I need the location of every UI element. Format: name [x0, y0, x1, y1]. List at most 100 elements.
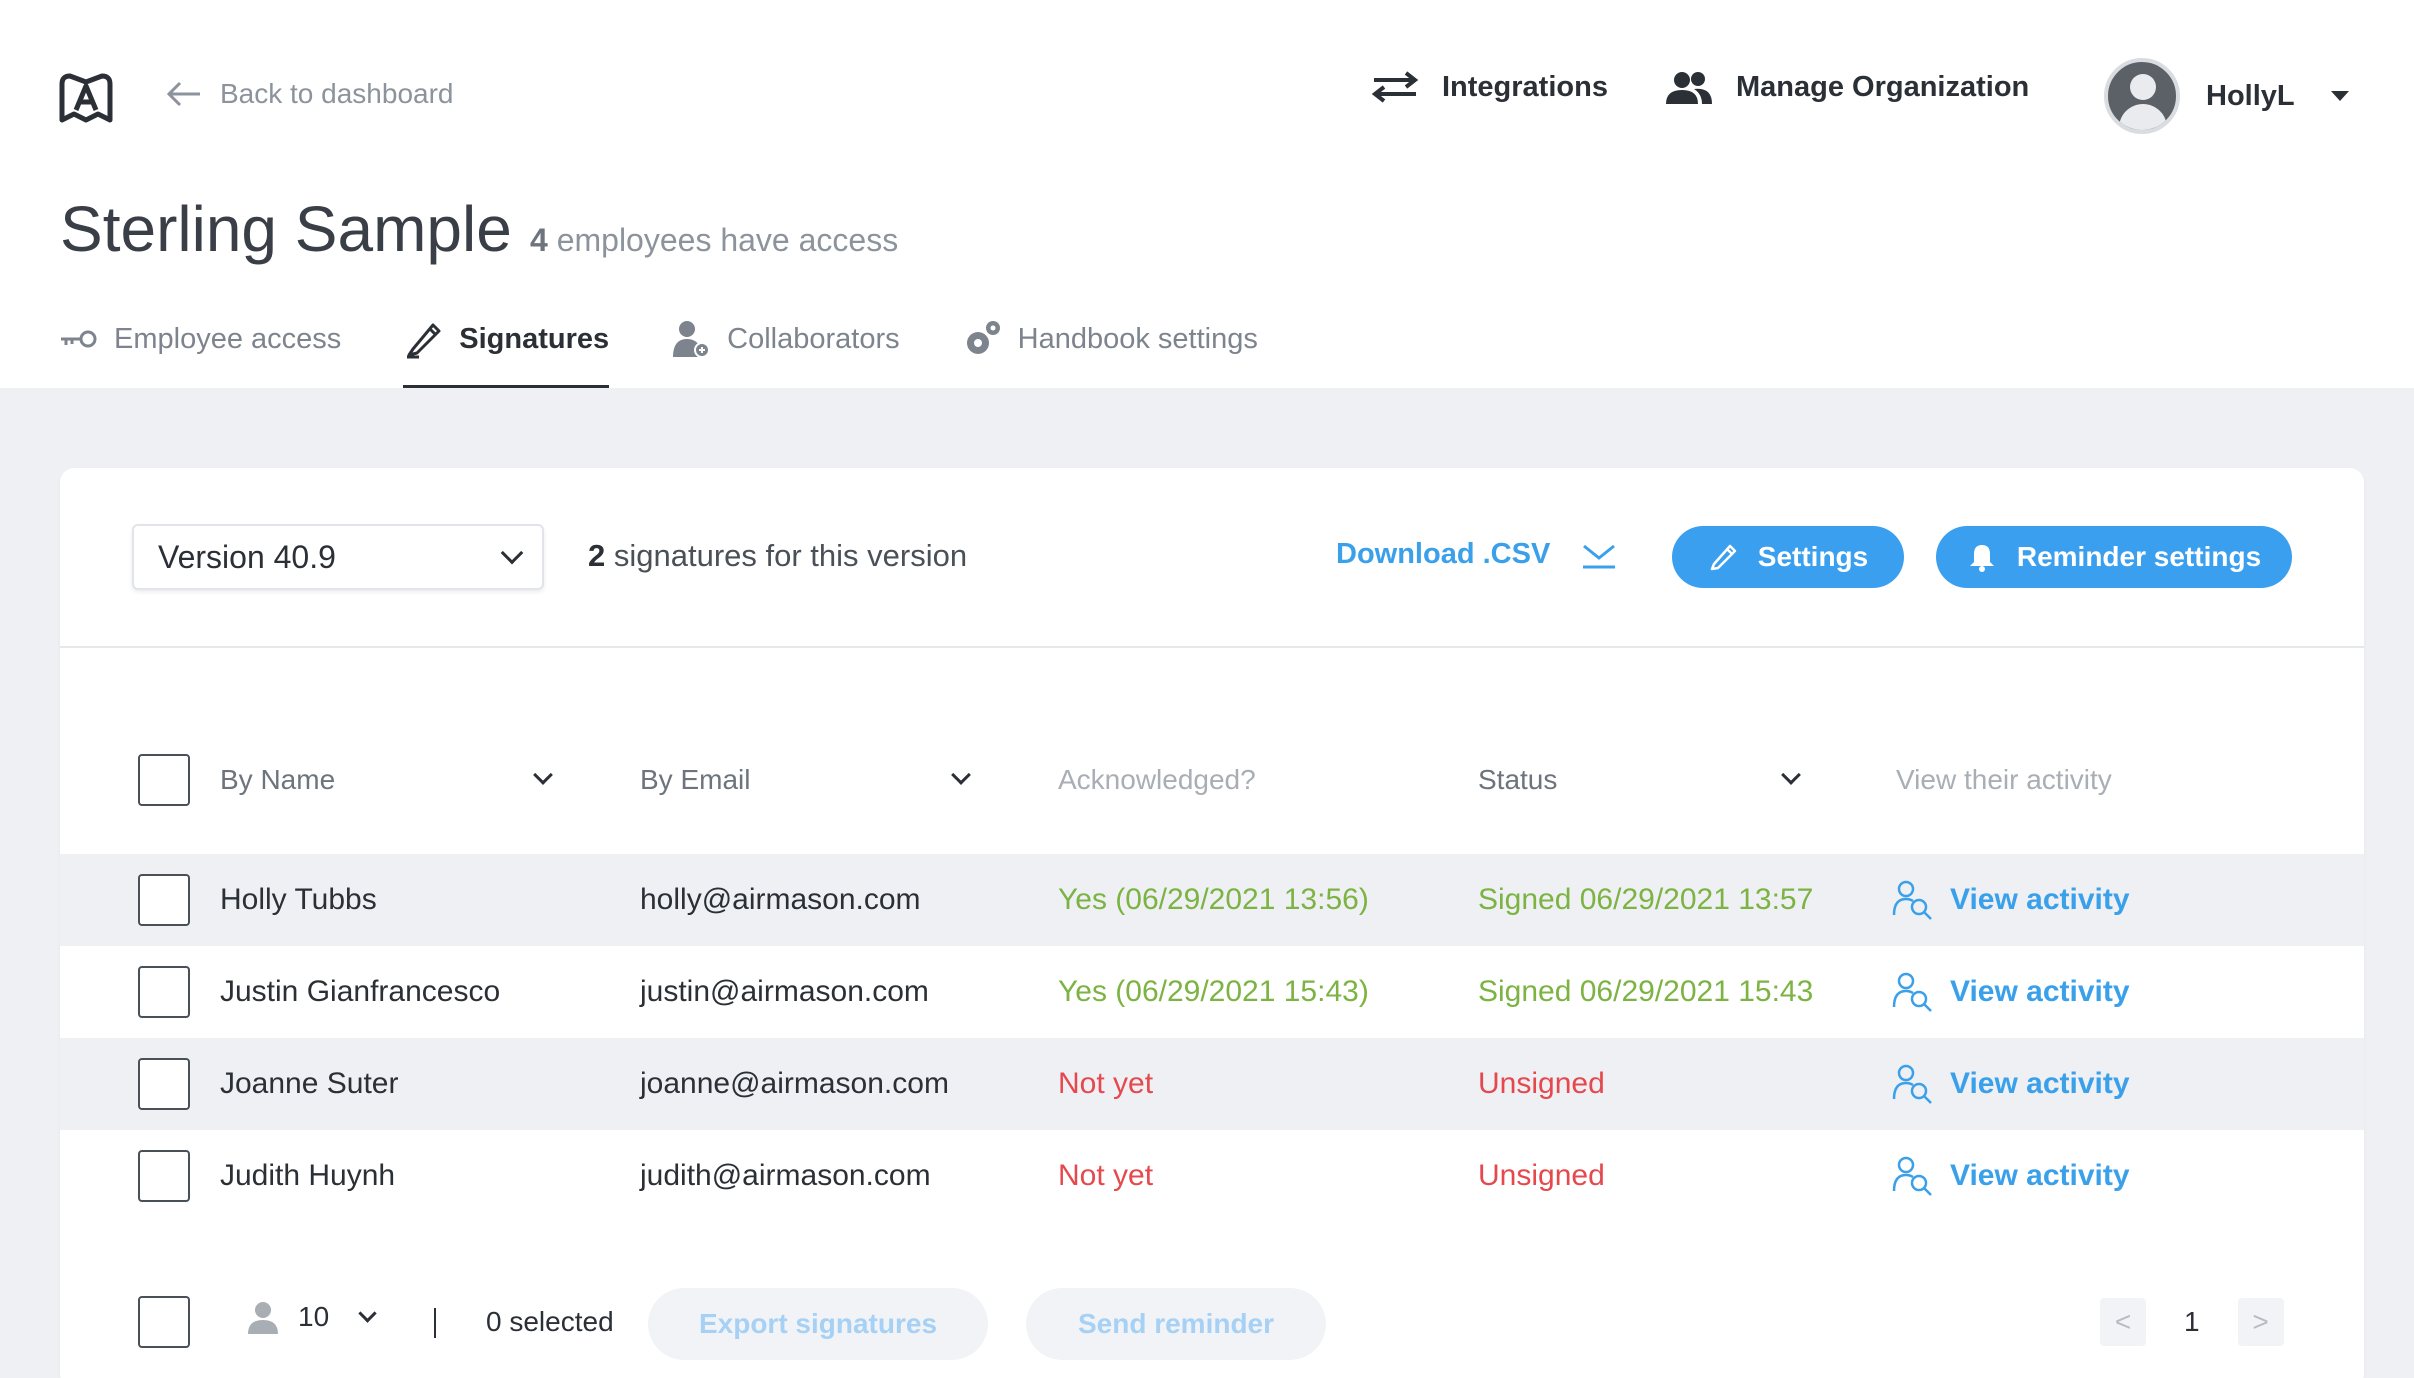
- version-select[interactable]: Version 40.9: [132, 524, 544, 590]
- top-header: Back to dashboard Integrations Manage Or…: [0, 0, 2414, 388]
- acknowledged-value: Not yet: [1058, 1159, 1154, 1192]
- back-label: Back to dashboard: [220, 78, 454, 109]
- next-page-button[interactable]: >: [2237, 1298, 2284, 1346]
- tab-label: Collaborators: [727, 322, 900, 355]
- manage-organization-link[interactable]: Manage Organization: [1664, 70, 2029, 104]
- user-icon: [248, 1302, 278, 1334]
- send-reminder-button[interactable]: Send reminder: [1026, 1288, 1326, 1360]
- user-search-icon: [1892, 880, 1932, 920]
- employee-name: Holly Tubbs: [220, 883, 377, 916]
- access-count: 4: [530, 222, 548, 258]
- airmason-logo[interactable]: [58, 70, 114, 126]
- manage-organization-label: Manage Organization: [1736, 70, 2030, 103]
- download-label: Download .CSV: [1336, 538, 1551, 570]
- page-title: Sterling Sample: [60, 193, 512, 265]
- row-checkbox[interactable]: [138, 966, 190, 1018]
- view-activity-label: View activity: [1950, 1159, 2130, 1192]
- sort-by-name[interactable]: By Name: [220, 738, 335, 822]
- previous-page-button[interactable]: <: [2100, 1298, 2146, 1346]
- download-csv-link[interactable]: Download .CSV: [1336, 538, 1618, 571]
- tab-handbook-settings[interactable]: Handbook settings: [962, 314, 1258, 364]
- exchange-arrows-icon: [1371, 71, 1419, 103]
- status-value: Unsigned: [1478, 1159, 1605, 1192]
- tab-label: Employee access: [114, 322, 342, 355]
- row-checkbox[interactable]: [138, 874, 190, 926]
- user-menu[interactable]: HollyL: [2104, 58, 2349, 134]
- view-activity-label: View activity: [1950, 975, 2130, 1008]
- acknowledged-value: Yes (06/29/2021 13:56): [1058, 883, 1369, 916]
- table-header: By Name By Email Acknowledged? Status Vi…: [60, 738, 2364, 822]
- export-signatures-button[interactable]: Export signatures: [648, 1288, 988, 1360]
- chevron-down-icon[interactable]: [1781, 765, 1801, 785]
- view-activity-link[interactable]: View activity: [1892, 1130, 2130, 1222]
- per-page-value: 10: [298, 1301, 330, 1332]
- settings-label: Settings: [1757, 541, 1869, 572]
- bell-icon: [1969, 545, 1994, 572]
- reminder-settings-button[interactable]: Reminder settings: [1936, 526, 2292, 588]
- sort-by-status[interactable]: Status: [1478, 738, 1557, 822]
- view-activity-label: View activity: [1950, 883, 2130, 916]
- user-search-icon: [1892, 1064, 1932, 1104]
- view-activity-label: View activity: [1950, 1067, 2130, 1100]
- column-header-view-activity: View their activity: [1896, 764, 2112, 795]
- select-all-checkbox[interactable]: [138, 754, 190, 806]
- per-page-select[interactable]: 10: [246, 1300, 377, 1334]
- access-text: employees have access: [556, 222, 899, 258]
- tab-employee-access[interactable]: Employee access: [58, 314, 341, 364]
- table-row: Judith Huynh judith@airmason.com Not yet…: [60, 1130, 2364, 1222]
- tab-label: Signatures: [459, 322, 610, 355]
- key-icon: [61, 330, 97, 348]
- pagination: < 1 >: [2100, 1298, 2284, 1346]
- pen-icon: [1710, 544, 1737, 571]
- row-checkbox[interactable]: [138, 1058, 190, 1110]
- integrations-link[interactable]: Integrations: [1370, 70, 1608, 104]
- avatar: [2104, 58, 2180, 134]
- signatures-card: Version 40.9 2 signatures for this versi…: [60, 468, 2364, 1378]
- employee-name: Justin Gianfrancesco: [220, 975, 501, 1008]
- tab-collaborators[interactable]: Collaborators: [671, 314, 900, 364]
- user-name: HollyL: [2206, 79, 2295, 112]
- card-toolbar: Version 40.9 2 signatures for this versi…: [60, 468, 2364, 648]
- row-checkbox[interactable]: [138, 1150, 190, 1202]
- reminder-label: Reminder settings: [2016, 541, 2262, 572]
- employee-name: Joanne Suter: [220, 1067, 399, 1100]
- chevron-down-icon[interactable]: [951, 765, 971, 785]
- chevron-down-icon: [500, 541, 524, 565]
- access-summary: 4 employees have access: [530, 222, 898, 259]
- table-row: Justin Gianfrancesco justin@airmason.com…: [60, 946, 2364, 1038]
- employee-name: Judith Huynh: [220, 1159, 396, 1192]
- column-header-status: Status: [1478, 764, 1558, 795]
- signature-count-text: signatures for this version: [613, 538, 968, 573]
- select-page-checkbox[interactable]: [138, 1296, 190, 1348]
- acknowledged-value: Not yet: [1058, 1067, 1154, 1100]
- arrow-left-icon: [166, 81, 200, 107]
- settings-button[interactable]: Settings: [1672, 526, 1904, 588]
- integrations-label: Integrations: [1442, 70, 1608, 103]
- download-icon: [1583, 544, 1616, 568]
- users-icon: [1666, 72, 1712, 104]
- gear-icon: [966, 321, 1000, 354]
- caret-down-icon: [2330, 91, 2349, 101]
- employee-email: justin@airmason.com: [640, 975, 929, 1008]
- table-footer: 10 0 selected Export signatures Send rem…: [60, 1278, 2364, 1368]
- tab-signatures[interactable]: Signatures: [403, 314, 610, 388]
- column-header-name: By Name: [220, 764, 336, 795]
- user-search-icon: [1892, 972, 1932, 1012]
- divider: [434, 1308, 436, 1338]
- view-activity-link[interactable]: View activity: [1892, 946, 2130, 1038]
- version-value: Version 40.9: [158, 538, 336, 575]
- sort-by-email[interactable]: By Email: [640, 738, 750, 822]
- view-activity-link[interactable]: View activity: [1892, 1038, 2130, 1130]
- acknowledged-value: Yes (06/29/2021 15:43): [1058, 975, 1369, 1008]
- current-page[interactable]: 1: [2184, 1306, 2200, 1338]
- chevron-down-icon[interactable]: [533, 765, 553, 785]
- signature-count-number: 2: [588, 538, 606, 573]
- tab-label: Handbook settings: [1017, 322, 1258, 355]
- pen-icon: [407, 323, 441, 359]
- view-activity-link[interactable]: View activity: [1892, 854, 2130, 946]
- chevron-down-icon: [358, 1303, 377, 1323]
- back-to-dashboard-link[interactable]: Back to dashboard: [166, 78, 454, 110]
- column-header-acknowledged: Acknowledged?: [1058, 764, 1256, 795]
- selected-count: 0 selected: [486, 1306, 614, 1337]
- employee-email: judith@airmason.com: [640, 1159, 931, 1192]
